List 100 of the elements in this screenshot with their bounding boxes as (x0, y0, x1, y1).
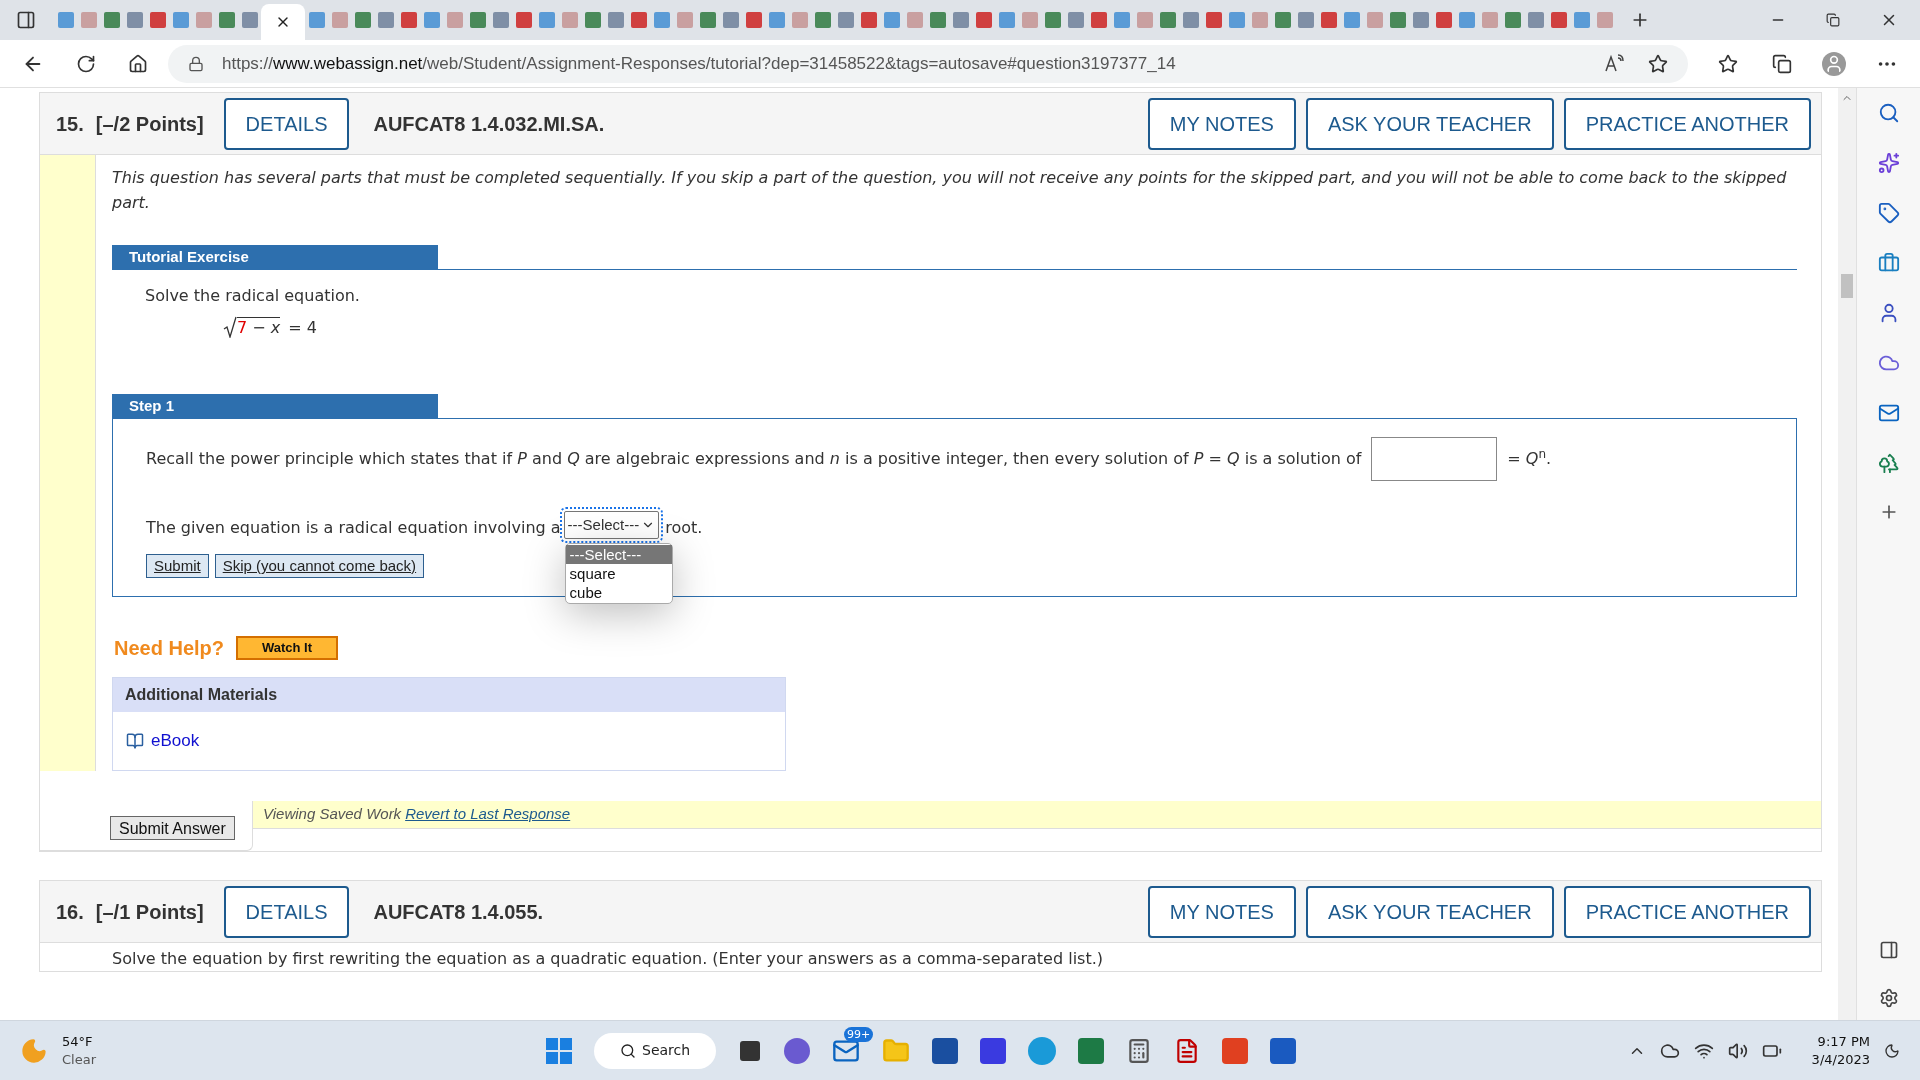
pdf-icon[interactable] (1174, 1037, 1200, 1064)
collections-icon[interactable] (1772, 53, 1792, 74)
favicon-icon (791, 12, 808, 28)
favicon-icon (1228, 12, 1245, 28)
action-button[interactable]: PRACTICE ANOTHER (1563, 885, 1811, 938)
favicon-icon (1412, 12, 1429, 28)
reload-icon[interactable] (76, 53, 96, 74)
step-sentence: The given equation is a radical equation involving a (146, 517, 561, 539)
calculator-icon[interactable] (1126, 1037, 1152, 1064)
favicon-icon (745, 12, 762, 28)
action-button[interactable]: PRACTICE ANOTHER (1563, 97, 1811, 150)
favicon-icon (1596, 12, 1613, 28)
step-heading: Step 1 (112, 394, 438, 418)
search-button[interactable]: Search (594, 1032, 716, 1069)
address-field[interactable]: https://www.webassign.net/web/Student/Assignment-Responses/tutorial?dep=31458522&tags=autosave#question3197377_14 (168, 44, 1688, 83)
favicon-icon (584, 12, 601, 28)
action-button[interactable]: ASK YOUR TEACHER (1305, 885, 1554, 938)
favicon-icon (1136, 12, 1153, 28)
mail-icon[interactable] (1877, 402, 1900, 424)
favicon-icon (331, 12, 348, 28)
read-aloud-icon[interactable] (1604, 53, 1624, 74)
action-button[interactable]: MY NOTES (1147, 885, 1296, 938)
volume-icon[interactable] (1727, 1040, 1748, 1061)
home-icon[interactable] (128, 53, 148, 74)
dropdown-option[interactable]: cube (565, 583, 672, 602)
tree-icon[interactable] (1877, 452, 1900, 474)
favicon-icon (1458, 12, 1475, 28)
dropdown-option[interactable]: ---Select--- (565, 545, 672, 564)
ebook-link[interactable]: eBook (151, 728, 200, 754)
step-button[interactable]: Skip (you cannot come back) (214, 554, 425, 578)
favicon-icon (1159, 12, 1176, 28)
favicon-icon (80, 12, 97, 28)
clock-date[interactable]: 3/4/2023 (1811, 1050, 1870, 1069)
saved-work-text: Viewing Saved Work (263, 804, 402, 825)
favicon-icon (1550, 12, 1567, 28)
mail-badge: 99+ (844, 1026, 874, 1042)
favicon-icon (561, 12, 578, 28)
focus-icon[interactable] (1884, 1042, 1900, 1059)
favicon-icon (354, 12, 371, 28)
lock-icon (188, 55, 204, 72)
points-label: [–/1 Points] (95, 899, 204, 925)
briefcase-icon[interactable] (1877, 252, 1900, 274)
favorite-icon[interactable] (1648, 53, 1668, 74)
submit-answer-button[interactable]: Submit Answer (110, 816, 235, 840)
favicon-icon (446, 12, 463, 28)
question-code: AUFCAT8 1.4.032.MI.SA. (373, 111, 605, 137)
favicon-icon (1320, 12, 1337, 28)
favorites-icon[interactable] (1718, 53, 1738, 74)
favicon-icon (1067, 12, 1084, 28)
start-icon[interactable] (546, 1037, 572, 1064)
step-button[interactable]: Submit (146, 554, 209, 578)
favicon-icon (1573, 12, 1590, 28)
search-icon (620, 1042, 636, 1059)
restore-icon[interactable] (1826, 13, 1840, 27)
details-button[interactable]: DETAILS (223, 885, 350, 938)
favicon-icon (906, 12, 923, 28)
favicon-icon (1182, 12, 1199, 28)
favicon-icon (1343, 12, 1360, 28)
panel-icon[interactable] (1878, 940, 1899, 960)
favicon-icon (149, 12, 166, 28)
scroll-thumb[interactable] (1841, 274, 1853, 298)
dropdown-option[interactable]: square (565, 564, 672, 583)
profile-icon[interactable] (1822, 51, 1846, 76)
favicon-icon (768, 12, 785, 28)
question-number: 15. (56, 111, 84, 137)
favicon-icon (1090, 12, 1107, 28)
answer-field[interactable] (1371, 437, 1498, 481)
task-view-icon[interactable] (738, 1038, 762, 1063)
step-sentence: Recall the power principle which states that if P and Q are algebraic expressions and n is a positive integer, then every solution of P = Q is a solution of (146, 448, 1362, 470)
radical-equation: 7 − x = 4 (223, 316, 1797, 338)
weather-condition: Clear (62, 1050, 96, 1069)
moon-icon (20, 1036, 48, 1065)
search-icon[interactable] (1877, 102, 1900, 124)
tag-icon[interactable] (1877, 202, 1900, 224)
favicon-icon (1251, 12, 1268, 28)
settings-icon[interactable] (1878, 988, 1899, 1008)
need-help-heading: Need Help? (114, 636, 225, 661)
tutorial-heading: Tutorial Exercise (112, 245, 438, 269)
url-text: https://www.webassign.net/web/Student/Assignment-Responses/tutorial?dep=31458522&tags=autosave#question3197377_14 (222, 52, 1176, 75)
favicon-icon (653, 12, 670, 28)
favicon-icon (423, 12, 440, 28)
favicon-icon (1205, 12, 1222, 28)
details-button[interactable]: DETAILS (223, 97, 350, 150)
favicon-icon (1481, 12, 1498, 28)
favicon-icon (218, 12, 235, 28)
favicon-icon (57, 12, 74, 28)
question-code: AUFCAT8 1.4.055. (373, 899, 544, 925)
sparkle-icon[interactable] (1877, 152, 1900, 174)
tab-actions-icon[interactable] (16, 10, 36, 30)
favicon-icon (722, 12, 739, 28)
weather-temp: 54°F (62, 1032, 94, 1051)
revert-link[interactable]: Revert to Last Response (405, 803, 571, 826)
favicon-icon (241, 12, 258, 28)
favicon-icon (814, 12, 831, 28)
favicon-icon (195, 12, 212, 28)
watch-it-button[interactable]: Watch It (236, 636, 339, 660)
favicon-icon (377, 12, 394, 28)
action-button[interactable]: MY NOTES (1147, 97, 1296, 150)
clock-time[interactable]: 9:17 PM (1817, 1032, 1870, 1051)
action-button[interactable]: ASK YOUR TEACHER (1305, 97, 1554, 150)
